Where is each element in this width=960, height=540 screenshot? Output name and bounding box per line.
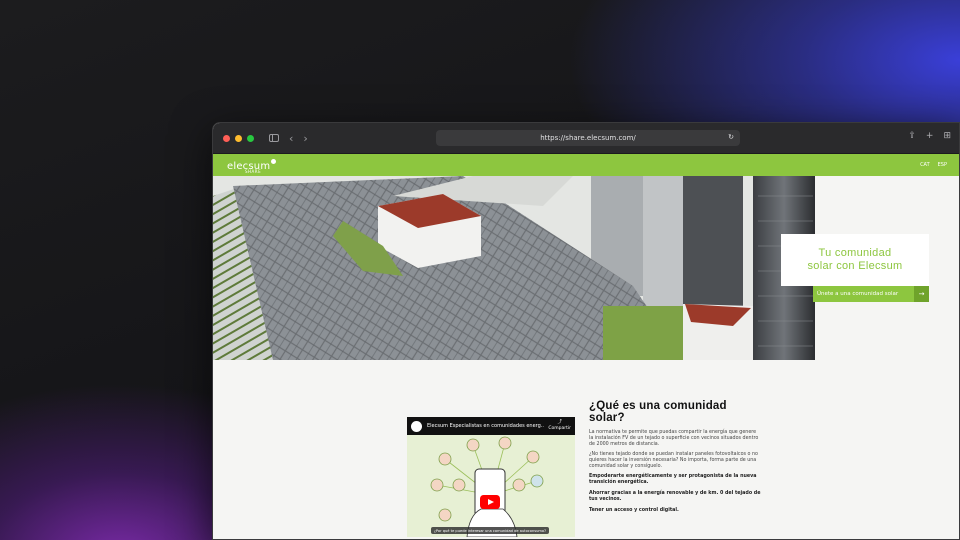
site-header: elecsum SHARE CAT ESP xyxy=(213,154,959,176)
hero-section: Tu comunidad solar con Elecsum Únete a un… xyxy=(213,176,959,360)
sidebar-toggle-icon[interactable] xyxy=(269,134,279,142)
hero-headline: Tu comunidad solar con Elecsum xyxy=(807,247,903,272)
tab-overview-icon[interactable]: ⊞ xyxy=(943,132,951,141)
benefit-empoderarte: Empoderarte energéticamente y ser protag… xyxy=(589,474,757,485)
youtube-video-embed[interactable]: Elecsum Especialistas en comunidades ene… xyxy=(407,417,575,537)
logo-sun-icon xyxy=(271,158,277,164)
hero-image-solar-rooftop xyxy=(213,176,815,360)
benefit-acceso: Tener un acceso y control digital. xyxy=(589,508,679,513)
benefit-ahorrar: Ahorrar gracias a la energía renovable y… xyxy=(589,491,761,502)
forward-icon[interactable]: › xyxy=(303,133,307,144)
reload-icon[interactable]: ↻ xyxy=(728,133,734,141)
video-title[interactable]: Elecsum Especialistas en comunidades ene… xyxy=(427,423,544,429)
new-tab-icon[interactable]: + xyxy=(926,132,934,141)
lang-esp-link[interactable]: ESP xyxy=(938,162,947,168)
close-window-button[interactable] xyxy=(223,134,230,142)
browser-titlebar: ‹ › https://share.elecsum.com/ ↻ ⇪ + ⊞ xyxy=(213,123,959,154)
arrow-right-icon: → xyxy=(914,286,929,302)
browser-window: ‹ › https://share.elecsum.com/ ↻ ⇪ + ⊞ e… xyxy=(212,122,960,540)
url-text: https://share.elecsum.com/ xyxy=(540,134,636,142)
logo-subtext: SHARE xyxy=(245,168,262,174)
join-community-button[interactable]: Únete a una comunidad solar → xyxy=(813,286,929,302)
channel-avatar[interactable] xyxy=(411,420,422,432)
share-icon[interactable]: ⇪ xyxy=(908,132,916,141)
join-community-label: Únete a una comunidad solar xyxy=(817,291,899,297)
paragraph-no-tejado: ¿No tienes tejado donde se puedan instal… xyxy=(589,452,758,469)
browser-toolbar-right: ⇪ + ⊞ xyxy=(908,132,951,141)
lang-cat-link[interactable]: CAT xyxy=(920,162,930,168)
elecsum-logo[interactable]: elecsum SHARE xyxy=(227,158,277,174)
what-is-text: ¿Qué es una comunidad solar? La normativa… xyxy=(589,400,761,519)
what-is-section: Elecsum Especialistas en comunidades ene… xyxy=(213,360,959,539)
minimize-window-button[interactable] xyxy=(235,134,242,142)
section-title: ¿Qué es una comunidad solar? xyxy=(589,400,727,424)
video-share-button[interactable]: ⤴ Compartir xyxy=(548,420,571,432)
maximize-window-button[interactable] xyxy=(247,134,254,142)
paragraph-normativa: La normativa te permite que puedas compa… xyxy=(589,430,759,447)
youtube-play-icon[interactable] xyxy=(480,495,500,509)
language-switcher: CAT ESP xyxy=(920,162,947,168)
address-bar[interactable]: https://share.elecsum.com/ ↻ xyxy=(436,130,740,146)
video-thumbnail xyxy=(430,436,544,537)
video-caption: ¿Por qué te puede interesar una comunida… xyxy=(431,527,549,534)
back-icon[interactable]: ‹ xyxy=(289,133,293,144)
rooftop-illustration xyxy=(213,176,815,360)
video-header: Elecsum Especialistas en comunidades ene… xyxy=(407,417,575,435)
hero-headline-card: Tu comunidad solar con Elecsum xyxy=(781,234,929,286)
